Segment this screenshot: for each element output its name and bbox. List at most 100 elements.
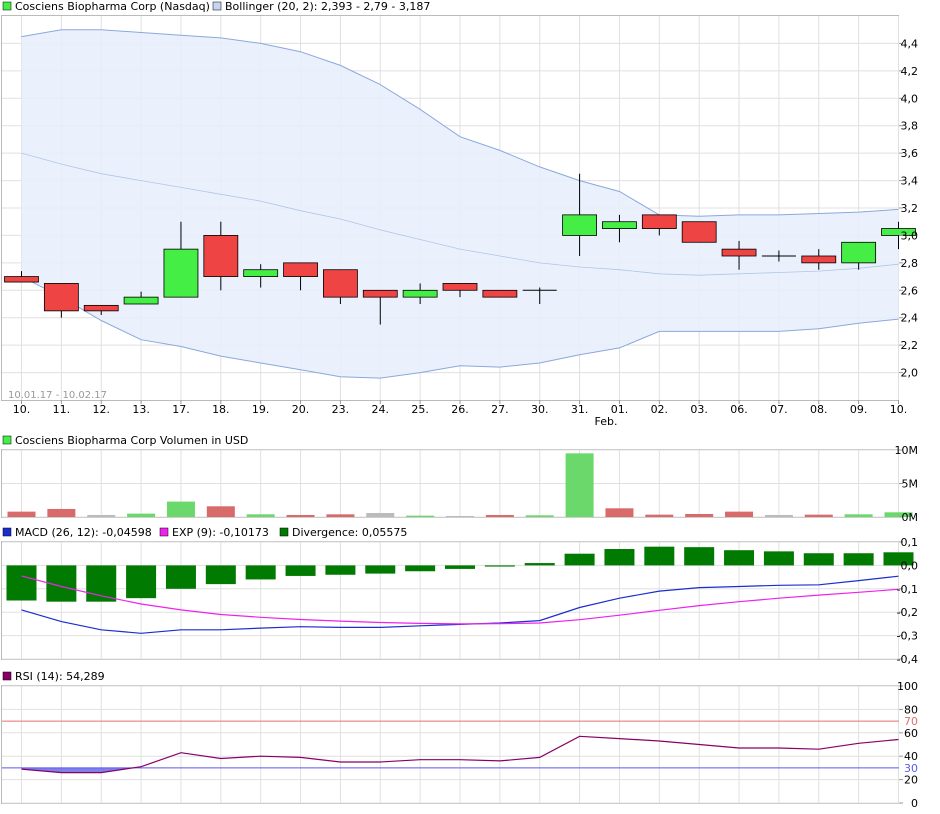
macd-ytick-label: 0,0 bbox=[901, 559, 919, 572]
macd-ytick-label: 0,1 bbox=[901, 536, 919, 549]
price-panel: 2,02,22,42,62,83,03,23,43,63,84,04,24,4 … bbox=[1, 15, 919, 401]
volume-ytick-label: 0M bbox=[902, 511, 919, 524]
rsi-ytick-label: 100 bbox=[897, 680, 918, 693]
candle-body bbox=[362, 289, 398, 298]
macd-ytick-label: -0,4 bbox=[897, 653, 918, 666]
x-tick-label: 06. bbox=[730, 403, 748, 416]
x-tick-label: 25. bbox=[411, 403, 429, 416]
divergence-legend-swatch bbox=[279, 527, 289, 537]
macd-ytick-label: -0,2 bbox=[897, 606, 918, 619]
divergence-bar bbox=[724, 550, 755, 566]
macd-legend-label: MACD (26, 12): -0,04598 bbox=[15, 526, 152, 539]
candle bbox=[681, 221, 717, 243]
macd-legend-swatch bbox=[2, 527, 12, 537]
divergence-bar bbox=[405, 565, 436, 572]
candle-body bbox=[4, 276, 39, 283]
price-ytick-label: 4,4 bbox=[901, 37, 919, 50]
volume-bar bbox=[47, 508, 76, 517]
price-ytick-label: 3,0 bbox=[901, 229, 919, 242]
volume-bar bbox=[366, 512, 395, 517]
volume-bar bbox=[844, 514, 873, 517]
price-ytick-label: 4,0 bbox=[901, 92, 919, 105]
divergence-bar bbox=[803, 553, 834, 566]
price-legend: Cosciens Biopharma Corp (Nasdaq) Bolling… bbox=[2, 0, 430, 13]
candle-body bbox=[801, 255, 837, 264]
macd-panel: -0,4 -0,3 -0,2 -0,1 0,0 0,1 bbox=[1, 536, 919, 666]
candle-body bbox=[562, 214, 597, 236]
price-ytick-label: 2,4 bbox=[901, 312, 919, 325]
candle-body bbox=[641, 214, 677, 229]
x-tick-label: 19. bbox=[252, 403, 270, 416]
volume-panel: 0M 5M 10M bbox=[1, 444, 919, 524]
divergence-bar bbox=[245, 565, 276, 580]
divergence-bar bbox=[445, 565, 475, 569]
x-tick-label: 18. bbox=[212, 403, 230, 416]
x-tick-label: 09. bbox=[850, 403, 868, 416]
divergence-bar bbox=[604, 549, 635, 566]
x-tick-label: 08. bbox=[810, 403, 828, 416]
volume-ytick-label: 10M bbox=[895, 444, 919, 457]
candle-body bbox=[203, 235, 239, 277]
rsi-ytick-label: 60 bbox=[904, 727, 918, 740]
candle-body bbox=[283, 262, 318, 277]
price-legend-label: Cosciens Biopharma Corp (Nasdaq) bbox=[15, 0, 210, 13]
price-legend-swatch bbox=[2, 1, 12, 11]
volume-bar bbox=[166, 501, 195, 517]
divergence-bar bbox=[126, 565, 157, 599]
x-tick-label: 24. bbox=[372, 403, 390, 416]
x-tick-label: 30. bbox=[531, 403, 549, 416]
candle-body bbox=[402, 289, 438, 298]
x-tick-label: 20. bbox=[292, 403, 310, 416]
divergence-bar bbox=[205, 565, 236, 585]
price-ytick-label: 4,2 bbox=[901, 65, 919, 78]
divergence-bar bbox=[564, 553, 595, 566]
divergence-bar bbox=[165, 565, 196, 589]
candle-body bbox=[841, 241, 877, 264]
candle-body bbox=[721, 248, 757, 257]
price-ytick-label: 3,8 bbox=[901, 120, 919, 133]
x-tick-label: 13. bbox=[132, 403, 150, 416]
volume-bar bbox=[87, 514, 116, 517]
x-tick-label: 10. bbox=[890, 403, 908, 416]
exp-legend-swatch bbox=[159, 527, 169, 537]
volume-bar bbox=[246, 514, 275, 517]
divergence-legend-label: Divergence: 0,05575 bbox=[292, 526, 407, 539]
volume-bar bbox=[804, 514, 833, 517]
rsi-level-label: 70 bbox=[904, 715, 918, 728]
stock-chart: Cosciens Biopharma Corp (Nasdaq) Bolling… bbox=[1, 0, 919, 810]
volume-bar bbox=[565, 453, 594, 517]
candle bbox=[482, 289, 518, 298]
x-tick-label: 11. bbox=[53, 403, 71, 416]
price-ytick-label: 3,6 bbox=[901, 147, 919, 160]
price-ytick-label: 2,0 bbox=[901, 367, 919, 380]
volume-bar bbox=[725, 511, 754, 517]
candle-body bbox=[681, 221, 717, 243]
bollinger-legend-label: Bollinger (20, 2): 2,393 - 2,79 - 3,187 bbox=[225, 0, 430, 13]
x-tick-label: 23. bbox=[332, 403, 350, 416]
volume-bar bbox=[645, 514, 674, 517]
x-tick-label: 12. bbox=[92, 403, 110, 416]
volume-legend-label: Cosciens Biopharma Corp Volumen in USD bbox=[15, 434, 248, 447]
price-ytick-label: 2,2 bbox=[901, 339, 919, 352]
price-ytick-label: 2,8 bbox=[901, 257, 919, 270]
rsi-legend-swatch bbox=[2, 671, 12, 681]
volume-bar bbox=[326, 514, 355, 517]
divergence-bar bbox=[285, 565, 316, 576]
divergence-bar bbox=[524, 563, 555, 566]
macd-ytick-label: -0,1 bbox=[897, 583, 918, 596]
volume-bar bbox=[485, 514, 514, 517]
candle-body bbox=[43, 283, 79, 312]
volume-bar bbox=[446, 515, 474, 517]
divergence-bar bbox=[6, 565, 37, 601]
volume-bar bbox=[406, 515, 435, 517]
volume-legend-swatch bbox=[2, 435, 12, 445]
price-ytick-label: 2,6 bbox=[901, 284, 919, 297]
candle-body bbox=[602, 221, 637, 229]
x-tick-label: 02. bbox=[651, 403, 669, 416]
candle-body bbox=[83, 304, 119, 312]
bollinger-legend-swatch bbox=[212, 1, 222, 11]
volume-ytick-label: 5M bbox=[902, 478, 919, 491]
volume-bar bbox=[525, 515, 554, 517]
rsi-ytick-label: 0 bbox=[911, 797, 918, 810]
volume-bar bbox=[685, 513, 714, 517]
